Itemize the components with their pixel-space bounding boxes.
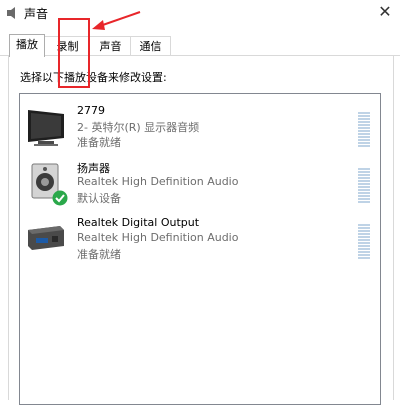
device-detail: Realtek High Definition Audio: [77, 175, 239, 188]
list-item[interactable]: Realtek Digital Output Realtek High Defi…: [20, 214, 380, 266]
volume-level-meter: [358, 112, 370, 150]
default-check-icon: [52, 190, 68, 206]
volume-level-meter: [358, 168, 370, 206]
tab-playback[interactable]: 播放: [9, 34, 45, 57]
device-name: 扬声器: [77, 162, 110, 175]
device-status: 默认设备: [77, 192, 121, 205]
tab-sounds[interactable]: 声音: [89, 36, 132, 56]
annotation-highlight-box: [58, 18, 90, 88]
device-status: 准备就绪: [77, 136, 121, 149]
device-status: 准备就绪: [77, 248, 121, 261]
device-list[interactable]: 2779 2- 英特尔(R) 显示器音频 准备就绪 扬声器 Realtek Hi…: [19, 93, 381, 405]
volume-level-meter: [358, 224, 370, 262]
speaker-app-icon: [7, 7, 15, 19]
list-item[interactable]: 2779 2- 英特尔(R) 显示器音频 准备就绪: [20, 102, 380, 154]
monitor-icon: [28, 110, 64, 146]
close-icon: ✕: [378, 2, 392, 21]
close-button[interactable]: ✕: [370, 0, 400, 26]
tab-communications[interactable]: 通信: [130, 36, 171, 56]
instruction-text: 选择以下播放设备来修改设置:: [20, 71, 167, 84]
device-detail: 2- 英特尔(R) 显示器音频: [77, 121, 200, 134]
device-name: Realtek Digital Output: [77, 216, 200, 229]
window-title: 声音: [24, 7, 49, 21]
device-name: 2779: [77, 104, 105, 117]
device-detail: Realtek High Definition Audio: [77, 231, 239, 244]
list-item[interactable]: 扬声器 Realtek High Definition Audio 默认设备: [20, 158, 380, 210]
digital-output-icon: [28, 226, 64, 250]
